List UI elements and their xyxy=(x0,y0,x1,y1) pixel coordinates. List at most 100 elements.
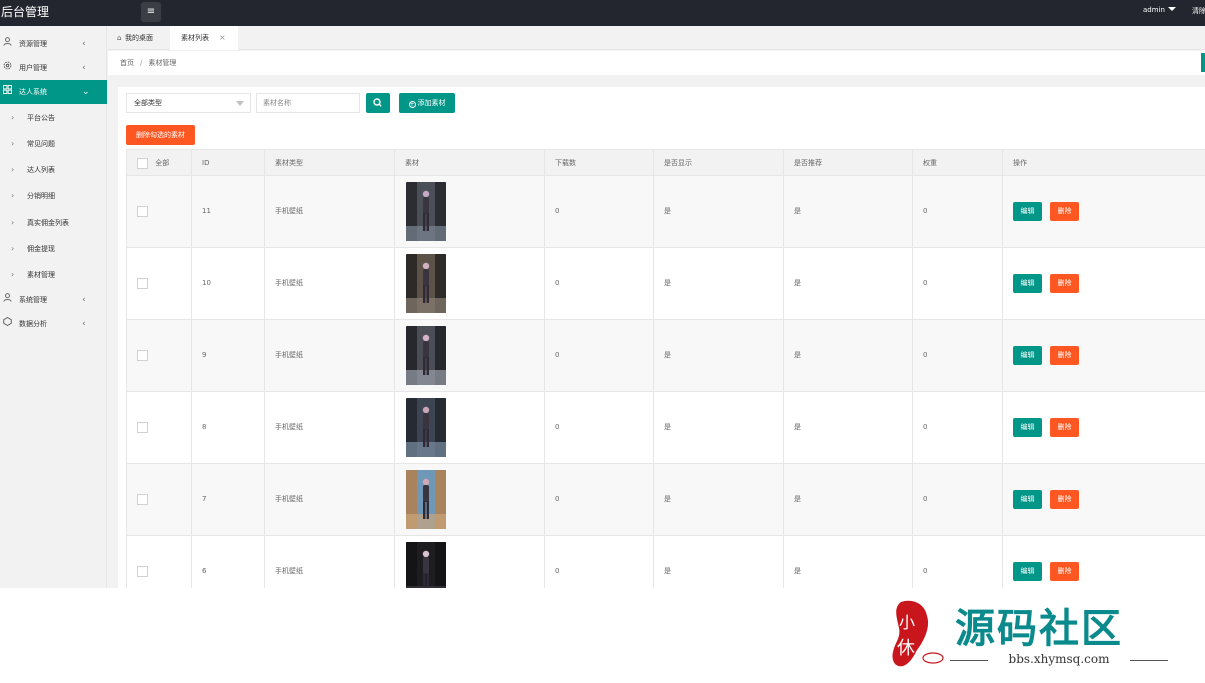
chevron-left-icon: ‹ xyxy=(82,319,86,329)
add-material-button[interactable]: + 添加素材 xyxy=(399,93,455,113)
cell-weight: 0 xyxy=(913,176,1003,247)
header-select-all[interactable]: 全部 xyxy=(127,150,192,176)
delete-selected-button[interactable]: 删除勾选的素材 xyxy=(126,125,195,145)
sidebar-item-influencer-list[interactable]: › 达人列表 xyxy=(0,157,107,183)
row-checkbox[interactable] xyxy=(137,565,148,577)
delete-button[interactable]: 删除 xyxy=(1050,562,1079,581)
tab-home[interactable]: ⌂ 我的桌面 xyxy=(108,26,170,50)
cell-weight: 0 xyxy=(913,392,1003,463)
delete-button[interactable]: 删除 xyxy=(1050,346,1079,365)
cell-type: 手机壁纸 xyxy=(265,392,395,463)
edit-button[interactable]: 编辑 xyxy=(1013,562,1042,581)
watermark-url: bbs.xhymsq.com xyxy=(950,652,1168,666)
material-thumbnail[interactable] xyxy=(406,470,446,529)
user-icon xyxy=(1,32,13,56)
material-thumbnail[interactable] xyxy=(406,398,446,457)
sidebar-group-label: 资源管理 xyxy=(19,40,47,48)
delete-button[interactable]: 删除 xyxy=(1050,274,1079,293)
material-thumbnail[interactable] xyxy=(406,182,446,241)
sidebar-group-influencer[interactable]: 达人系统 ⌄ xyxy=(0,80,107,104)
sidebar-item-withdrawal[interactable]: › 佣金提现 xyxy=(0,236,107,262)
delete-button[interactable]: 删除 xyxy=(1050,418,1079,437)
edit-button[interactable]: 编辑 xyxy=(1013,202,1042,221)
tab-label: 我的桌面 xyxy=(125,34,153,42)
cell-material xyxy=(395,248,545,319)
sidebar-item-label: 平台公告 xyxy=(27,114,55,122)
cell-actions: 编辑 删除 xyxy=(1003,176,1205,247)
sidebar-group-analytics[interactable]: 数据分析 ‹ xyxy=(0,312,107,336)
cell-id: 9 xyxy=(192,320,265,391)
chevron-right-icon: › xyxy=(11,191,15,200)
watermark-seal: 小 休 xyxy=(887,598,947,670)
sidebar-group-label: 达人系统 xyxy=(19,88,47,96)
cell-type: 手机壁纸 xyxy=(265,464,395,535)
breadcrumb-home[interactable]: 首页 xyxy=(120,59,134,67)
sidebar-item-distribution[interactable]: › 分销明细 xyxy=(0,183,107,209)
row-checkbox[interactable] xyxy=(137,205,148,217)
chevron-right-icon: › xyxy=(11,244,15,253)
row-select xyxy=(127,320,192,391)
breadcrumb-separator: / xyxy=(140,59,143,67)
row-select xyxy=(127,248,192,319)
chevron-left-icon: ‹ xyxy=(82,295,86,305)
cell-material xyxy=(395,536,545,588)
row-checkbox[interactable] xyxy=(137,421,148,433)
row-select xyxy=(127,176,192,247)
svg-text:小: 小 xyxy=(899,613,915,632)
materials-table: 全部 ID 素材类型 素材 下载数 是否显示 是否推荐 权重 操作 11 手机壁纸… xyxy=(126,149,1205,588)
material-thumbnail[interactable] xyxy=(406,326,446,385)
home-icon: ⌂ xyxy=(117,34,122,42)
header-weight: 权重 xyxy=(913,150,1003,176)
cell-weight: 0 xyxy=(913,320,1003,391)
caret-down-icon xyxy=(1167,7,1176,11)
row-checkbox[interactable] xyxy=(137,349,148,361)
sidebar-item-faq[interactable]: › 常见问题 xyxy=(0,131,107,157)
sidebar-group-system[interactable]: 系统管理 ‹ xyxy=(0,288,107,312)
sidebar-item-commission-list[interactable]: › 真实佣金列表 xyxy=(0,210,107,236)
cell-id: 6 xyxy=(192,536,265,588)
material-thumbnail[interactable] xyxy=(406,254,446,313)
cell-type: 手机壁纸 xyxy=(265,320,395,391)
close-icon[interactable]: × xyxy=(219,26,226,50)
table-row: 10 手机壁纸 0 是是 0 编辑 删除 xyxy=(127,248,1205,320)
cell-actions: 编辑 删除 xyxy=(1003,536,1205,588)
caret-down-icon xyxy=(236,101,244,106)
sidebar-group-resources[interactable]: 资源管理 ‹ xyxy=(0,32,107,56)
select-all-checkbox[interactable] xyxy=(137,157,148,169)
type-select[interactable]: 全部类型 xyxy=(126,93,251,113)
svg-text:休: 休 xyxy=(897,638,915,659)
cell-id: 11 xyxy=(192,176,265,247)
header-type: 素材类型 xyxy=(265,150,395,176)
cell-recommend: 是 xyxy=(784,536,913,588)
edit-button[interactable]: 编辑 xyxy=(1013,346,1042,365)
user-menu[interactable]: admin xyxy=(1143,6,1176,14)
row-checkbox[interactable] xyxy=(137,493,148,505)
edit-button[interactable]: 编辑 xyxy=(1013,274,1042,293)
sidebar-item-announcements[interactable]: › 平台公告 xyxy=(0,105,107,131)
delete-button[interactable]: 删除 xyxy=(1050,202,1079,221)
sidebar-group-users[interactable]: 用户管理 ‹ xyxy=(0,56,107,80)
username: admin xyxy=(1143,6,1165,14)
breadcrumb-current: 素材管理 xyxy=(148,59,177,67)
row-checkbox[interactable] xyxy=(137,277,148,289)
chevron-right-icon: › xyxy=(11,270,15,279)
header-actions: 操作 xyxy=(1013,159,1027,167)
cell-recommend: 是 xyxy=(784,392,913,463)
material-name-input[interactable] xyxy=(256,93,360,113)
edit-button[interactable]: 编辑 xyxy=(1013,490,1042,509)
edit-button[interactable]: 编辑 xyxy=(1013,418,1042,437)
cell-show: 是 xyxy=(654,248,784,319)
sidebar-item-materials[interactable]: › 素材管理 xyxy=(0,262,107,288)
table-row: 9 手机壁纸 0 是是 0 编辑 删除 xyxy=(127,320,1205,392)
tab-materials[interactable]: 素材列表 × xyxy=(170,26,238,50)
search-button[interactable] xyxy=(366,93,390,113)
clear-cache-link[interactable]: 清除缓存 xyxy=(1192,6,1205,16)
header-id: ID xyxy=(192,150,265,176)
cell-recommend: 是 xyxy=(784,176,913,247)
cell-show: 是 xyxy=(654,320,784,391)
chevron-right-icon: › xyxy=(11,113,15,122)
menu-toggle-icon[interactable]: ≡ xyxy=(141,2,161,22)
refresh-button[interactable] xyxy=(1201,53,1205,72)
delete-button[interactable]: 删除 xyxy=(1050,490,1079,509)
material-thumbnail[interactable] xyxy=(406,542,446,588)
